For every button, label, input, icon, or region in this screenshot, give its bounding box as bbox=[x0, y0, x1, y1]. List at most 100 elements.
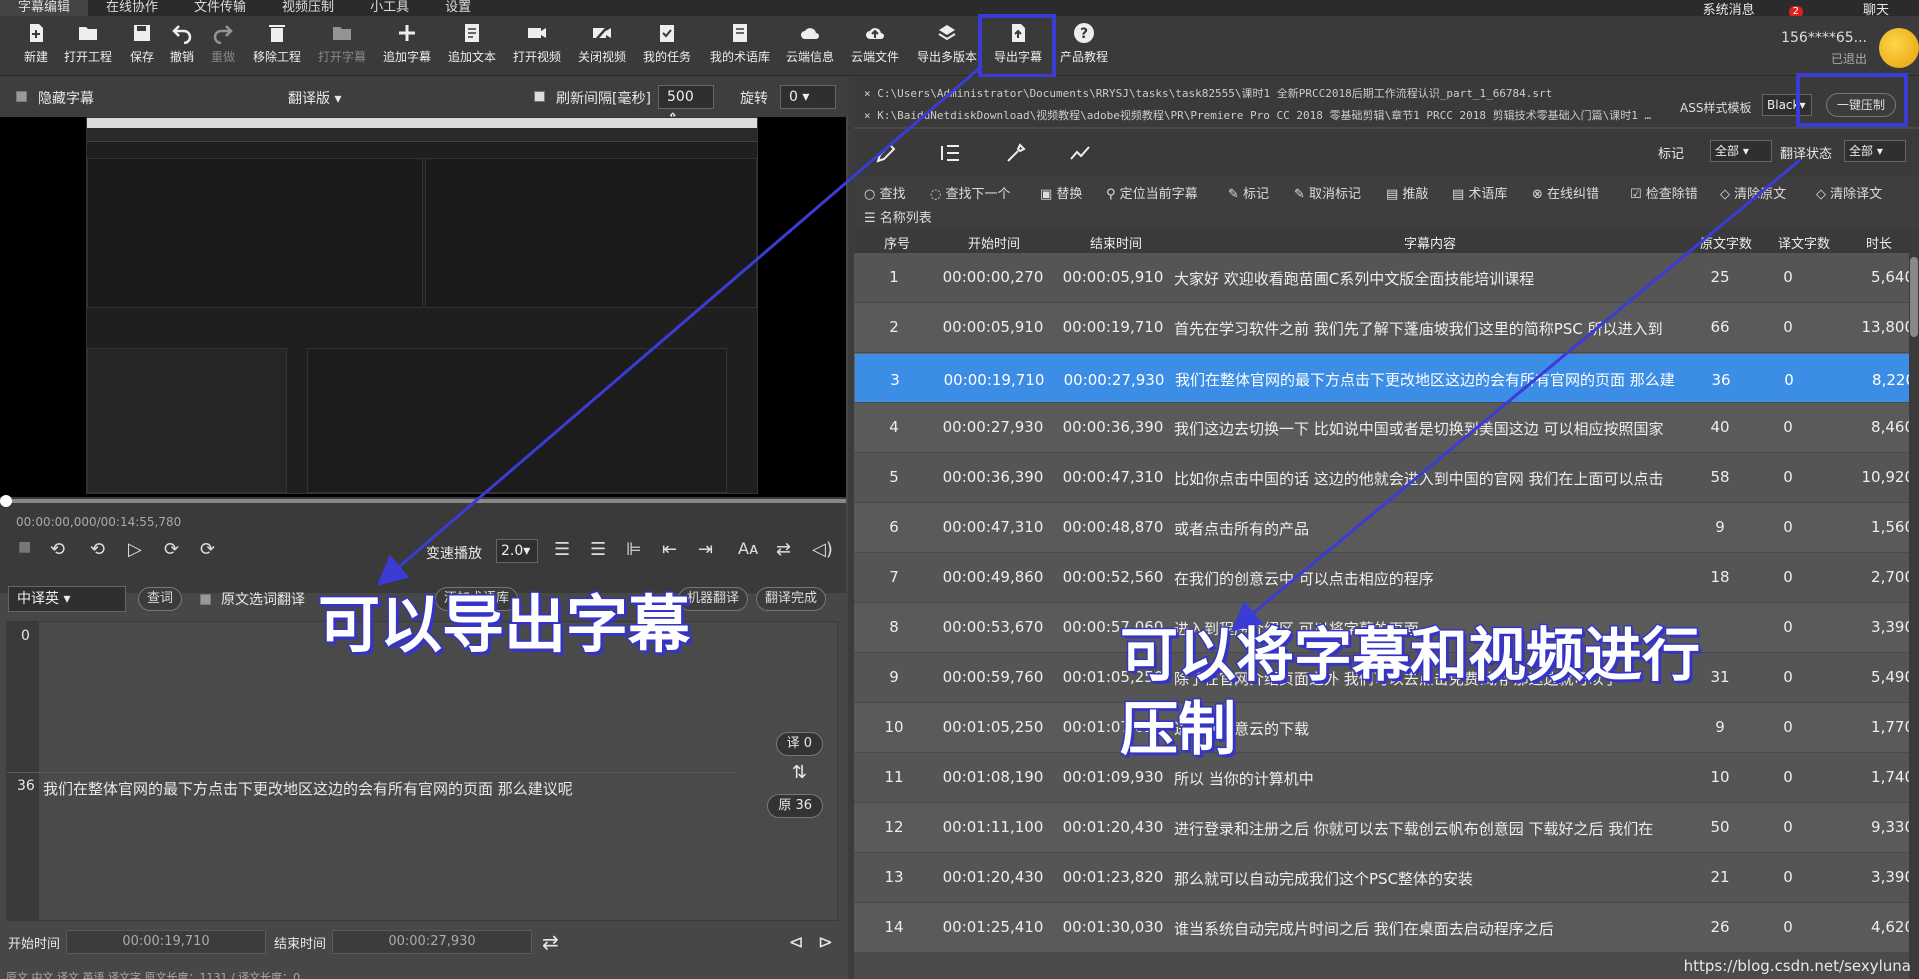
find-next-button[interactable]: ◌ 查找下一个 bbox=[930, 183, 1011, 202]
menu-file-transfer[interactable]: 文件传输 bbox=[176, 0, 264, 16]
mark-button[interactable]: ✎ 标记 bbox=[1228, 183, 1269, 202]
product-tutorial-button[interactable]: ? 产品教程 bbox=[1052, 22, 1116, 65]
clear-source-button[interactable]: ◇ 清除原文 bbox=[1720, 183, 1786, 202]
file-tab-video[interactable]: × K:\BaiduNetdiskDownload\视频教程\adobe视频教程… bbox=[864, 107, 1651, 123]
replace-button[interactable]: ▣ 替换 bbox=[1040, 183, 1082, 202]
shift-left-icon[interactable]: ⇤ bbox=[662, 539, 677, 560]
source-select-checkbox[interactable] bbox=[200, 593, 212, 605]
my-tasks-button[interactable]: 我的任务 bbox=[635, 22, 699, 65]
trend-icon[interactable] bbox=[1068, 141, 1092, 165]
trans-status-select[interactable]: 全部 ▾ bbox=[1844, 140, 1906, 162]
align-top-icon[interactable]: ☰ bbox=[554, 539, 570, 560]
menu-settings[interactable]: 设置 bbox=[427, 0, 489, 16]
cloud-info-button[interactable]: 云端信息 bbox=[778, 22, 842, 65]
forward-3s-icon[interactable]: ⟳ bbox=[200, 539, 215, 560]
table-row[interactable]: 2 00:00:05,910 00:00:19,710 首先在学习软件之前 我们先了解… bbox=[854, 303, 1919, 353]
align-middle-icon[interactable]: ☰ bbox=[590, 539, 606, 560]
language-select[interactable]: 中译英 ▾ bbox=[8, 586, 126, 612]
unmark-button[interactable]: ✎ 取消标记 bbox=[1294, 183, 1361, 202]
swap-time-icon[interactable]: ⇄ bbox=[542, 930, 559, 954]
seek-bar[interactable] bbox=[0, 495, 846, 507]
col-trans-count[interactable]: 译文字数 bbox=[1778, 233, 1830, 252]
refresh-interval-input[interactable]: 500 ⇕ bbox=[658, 85, 714, 127]
cell-source-count: 58 bbox=[1710, 468, 1730, 486]
table-row[interactable]: 10 00:01:05,250 00:01:07,020 进入到创意云的下载 9 0 1,7… bbox=[854, 703, 1919, 753]
mark-filter-select[interactable]: 全部 ▾ bbox=[1710, 140, 1772, 162]
check-errors-button[interactable]: ☑ 检查除错 bbox=[1630, 183, 1698, 202]
col-end-time[interactable]: 结束时间 bbox=[1090, 233, 1142, 252]
menu-video-compress[interactable]: 视频压制 bbox=[264, 0, 352, 16]
book-icon: ▤ bbox=[1452, 187, 1469, 202]
speed-select[interactable]: 2.0▾ bbox=[496, 539, 538, 563]
table-row[interactable]: 5 00:00:36,390 00:00:47,310 比如你点击中国的话 这边的他就… bbox=[854, 453, 1919, 503]
col-start-time[interactable]: 开始时间 bbox=[968, 233, 1020, 252]
refresh-checkbox[interactable] bbox=[534, 91, 545, 102]
deliberate-button[interactable]: ▤ 推敲 bbox=[1386, 183, 1428, 202]
online-correction-button[interactable]: ⊗ 在线纠错 bbox=[1532, 183, 1599, 202]
table-row[interactable]: 3 00:00:19,710 00:00:27,930 我们在整体官网的最下方点击下更… bbox=[854, 353, 1919, 403]
table-row[interactable]: 12 00:01:11,100 00:01:20,430 进行登录和注册之后 你就可以… bbox=[854, 803, 1919, 853]
align-left-icon[interactable]: ⊫ bbox=[626, 539, 642, 560]
pencil-icon[interactable] bbox=[874, 141, 898, 165]
menu-subtitle-edit[interactable]: 字幕编辑 bbox=[0, 0, 89, 16]
version-select[interactable]: 翻译版 ▾ bbox=[288, 88, 341, 108]
chat-link[interactable]: 聊天 bbox=[1863, 0, 1889, 18]
avatar[interactable] bbox=[1879, 28, 1919, 68]
end-time-field[interactable]: 00:00:27,930 bbox=[332, 930, 533, 954]
col-duration[interactable]: 时长 bbox=[1866, 233, 1892, 252]
forward-1s-icon[interactable]: ⟳ bbox=[164, 539, 179, 560]
append-text-button[interactable]: 追加文本 bbox=[440, 22, 504, 65]
export-multi-version-button[interactable]: 导出多版本 bbox=[912, 22, 982, 65]
translation-done-button[interactable]: 翻译完成 bbox=[756, 587, 827, 611]
next-subtitle-icon[interactable]: ⊳ bbox=[818, 932, 833, 953]
col-content[interactable]: 字幕内容 bbox=[1404, 233, 1456, 252]
hide-subtitle-checkbox[interactable] bbox=[16, 91, 27, 102]
table-row[interactable]: 1 00:00:00,270 00:00:05,910 大家好 欢迎收看跑苗圃C系列中… bbox=[854, 253, 1919, 303]
rewind-1s-icon[interactable]: ⟲ bbox=[90, 539, 105, 560]
my-glossary-button[interactable]: 我的术语库 bbox=[706, 22, 774, 65]
tools-icon[interactable] bbox=[1004, 141, 1028, 165]
list-steps-icon[interactable] bbox=[938, 141, 962, 165]
glossary-button[interactable]: ▤ 术语库 bbox=[1452, 183, 1507, 202]
locate-current-button[interactable]: ⚲ 定位当前字幕 bbox=[1106, 183, 1198, 202]
table-row[interactable]: 4 00:00:27,930 00:00:36,390 我们这边去切换一下 比如说中国… bbox=[854, 403, 1919, 453]
lookup-button[interactable]: 查词 bbox=[138, 587, 183, 611]
table-row[interactable]: 7 00:00:49,860 00:00:52,560 在我们的创意云中 可以点击相应… bbox=[854, 553, 1919, 603]
rewind-3s-icon[interactable]: ⟲ bbox=[50, 539, 65, 560]
table-scrollbar[interactable] bbox=[1909, 253, 1919, 979]
video-player[interactable] bbox=[0, 117, 846, 497]
scrollbar-thumb[interactable] bbox=[1910, 257, 1918, 337]
prev-subtitle-icon[interactable]: ⊲ bbox=[789, 932, 804, 953]
menu-tools[interactable]: 小工具 bbox=[352, 0, 427, 16]
seek-handle[interactable] bbox=[0, 495, 12, 507]
col-index[interactable]: 序号 bbox=[884, 233, 910, 252]
append-subtitle-button[interactable]: 追加字幕 bbox=[375, 22, 439, 65]
volume-icon[interactable]: ◁) bbox=[812, 539, 833, 560]
menu-online-collab[interactable]: 在线协作 bbox=[88, 0, 176, 16]
table-row[interactable]: 6 00:00:47,310 00:00:48,870 或者点击所有的产品 9 0 1,56… bbox=[854, 503, 1919, 553]
user-info[interactable]: 156****65... 已退出 bbox=[1781, 30, 1867, 67]
source-textarea[interactable]: 我们在整体官网的最下方点击下更改地区这边的会有所有官网的页面 那么建议呢 bbox=[43, 778, 573, 799]
swap-lines-icon[interactable]: ⇅ bbox=[792, 762, 807, 783]
find-button[interactable]: ○ 查找 bbox=[864, 183, 906, 202]
shift-right-icon[interactable]: ⇥ bbox=[698, 539, 713, 560]
table-row[interactable]: 11 00:01:08,190 00:01:09,930 所以 当你的计算机中 10 0 1… bbox=[854, 753, 1919, 803]
close-video-button[interactable]: 关闭视频 bbox=[570, 22, 634, 65]
stop-icon[interactable]: ■ bbox=[18, 539, 31, 555]
clear-translation-button[interactable]: ◇ 清除译文 bbox=[1816, 183, 1882, 202]
table-row[interactable]: 13 00:01:20,430 00:01:23,820 那么就可以自动完成我们这个P… bbox=[854, 853, 1919, 903]
swap-icon[interactable]: ⇄ bbox=[776, 539, 791, 560]
remove-project-button[interactable]: 移除工程 bbox=[245, 22, 309, 65]
system-message-link[interactable]: 系统消息 2 bbox=[1703, 0, 1833, 18]
name-list-button[interactable]: ☰ 名称列表 bbox=[864, 207, 932, 226]
file-tab-srt[interactable]: × C:\Users\Administrator\Documents\RRYSJ… bbox=[864, 85, 1552, 101]
table-row[interactable]: 14 00:01:25,410 00:01:30,030 谁当系统自动完成片时间之后 … bbox=[854, 903, 1919, 953]
font-size-icon[interactable]: Aᴀ bbox=[738, 539, 758, 558]
col-source-count[interactable]: 原文字数 bbox=[1700, 233, 1752, 252]
open-video-button[interactable]: 打开视频 bbox=[505, 22, 569, 65]
cloud-files-button[interactable]: 云端文件 bbox=[843, 22, 907, 65]
rotate-select[interactable]: 0 ▾ bbox=[780, 85, 836, 109]
open-subtitle-button[interactable]: 打开字幕 bbox=[310, 22, 374, 65]
play-icon[interactable]: ▷ bbox=[128, 539, 142, 560]
start-time-field[interactable]: 00:00:19,710 bbox=[66, 930, 267, 954]
